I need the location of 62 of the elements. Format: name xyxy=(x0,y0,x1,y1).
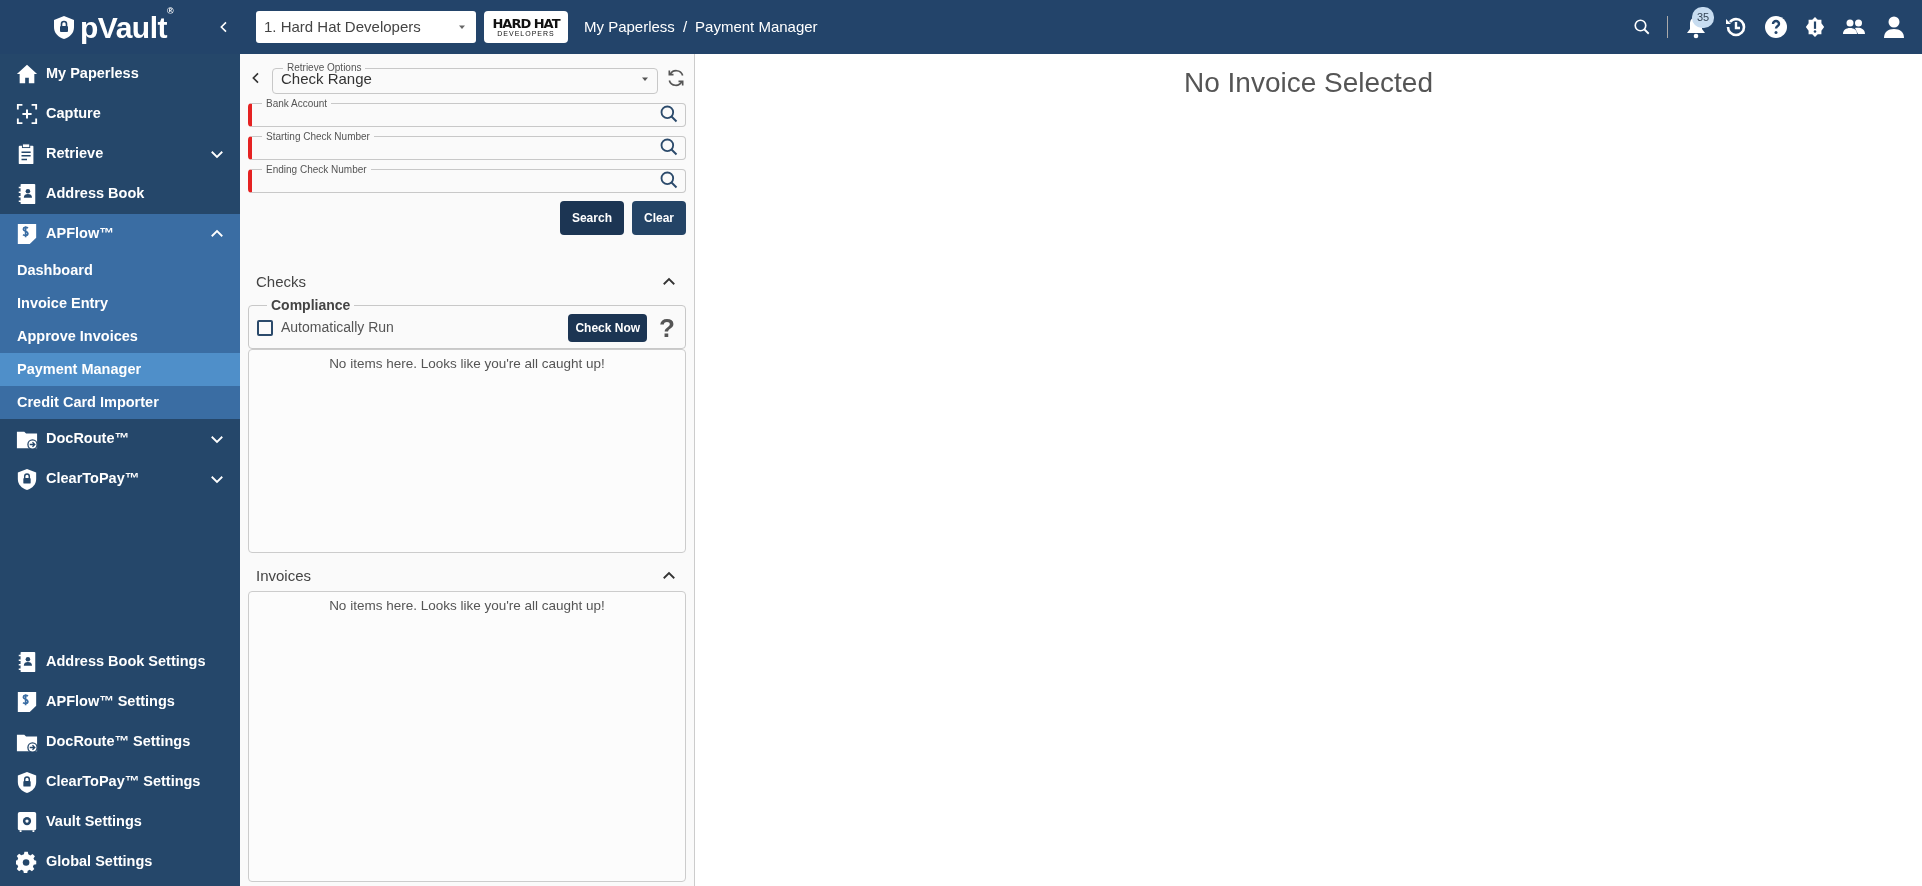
search-icon[interactable] xyxy=(659,136,679,157)
sidebar-item[interactable]: Vault Settings xyxy=(0,802,240,842)
search-icon[interactable] xyxy=(1633,18,1651,36)
field-label: Bank Account xyxy=(265,97,329,110)
refresh-icon[interactable] xyxy=(666,67,686,88)
company-select[interactable]: 1. Hard Hat Developers xyxy=(256,11,476,43)
sidebar-item[interactable]: Retrieve xyxy=(0,134,240,174)
dollar-document-icon xyxy=(16,223,38,245)
breadcrumb-link[interactable]: Payment Manager xyxy=(695,15,818,39)
gear-icon xyxy=(16,851,38,873)
sidebar-item[interactable]: APFlow™ Settings xyxy=(0,682,240,722)
shield-lock-icon xyxy=(16,771,38,793)
sidebar-item[interactable]: DocRoute™ Settings xyxy=(0,722,240,762)
search-button[interactable]: Search xyxy=(559,200,624,235)
search-icon[interactable] xyxy=(659,169,679,190)
sidebar-item[interactable]: Global Settings xyxy=(0,842,240,882)
sidebar-item[interactable]: ClearToPay™ xyxy=(0,459,240,499)
empty-message: No items here. Looks like you're all caught up! xyxy=(328,597,606,616)
sidebar-subitem[interactable]: Invoice Entry xyxy=(0,287,240,320)
dollar-document-icon xyxy=(16,691,38,713)
sidebar-item[interactable]: Address Book Settings xyxy=(0,642,240,682)
breadcrumb-link[interactable]: My Paperless xyxy=(584,15,675,39)
logo-text: pVault® xyxy=(80,4,174,46)
history-icon[interactable] xyxy=(1724,15,1748,39)
section-title: Invoices xyxy=(256,565,312,586)
clear-button[interactable]: Clear xyxy=(631,200,686,235)
notification-count: 35 xyxy=(1692,7,1715,28)
sidebar-item[interactable]: APFlow™ xyxy=(0,214,240,254)
breadcrumb-separator: / xyxy=(682,16,688,37)
shield-lock-icon xyxy=(16,468,38,490)
sidebar-item[interactable]: Address Book xyxy=(0,174,240,214)
retrieve-options-select[interactable]: Retrieve Options Check Range xyxy=(272,62,658,94)
search-icon[interactable] xyxy=(659,103,679,124)
sidebar-subitem[interactable]: Approve Invoices xyxy=(0,320,240,353)
contact-book-icon xyxy=(16,183,38,205)
input-field[interactable]: Starting Check Number xyxy=(248,130,686,160)
sidebar-item[interactable]: Capture xyxy=(0,94,240,134)
panel-title: Compliance xyxy=(270,297,352,314)
capture-frame-icon xyxy=(16,103,38,125)
sidebar-subitem[interactable]: Credit Card Importer xyxy=(0,386,240,419)
input-field[interactable]: Bank Account xyxy=(248,97,686,127)
empty-message: No items here. Looks like you're all caught up! xyxy=(328,354,606,373)
main-message: No Invoice Selected xyxy=(1183,66,1433,100)
sidebar-item[interactable]: ClearToPay™ Settings xyxy=(0,762,240,802)
sidebar-subitem[interactable]: Dashboard xyxy=(0,254,240,287)
sidebar-item[interactable]: My Paperless xyxy=(0,54,240,94)
checkbox[interactable] xyxy=(257,319,273,336)
safe-gear-icon xyxy=(16,811,38,833)
field-label: Starting Check Number xyxy=(265,130,371,143)
user-icon[interactable] xyxy=(1882,15,1906,39)
input-field[interactable]: Ending Check Number xyxy=(248,163,686,193)
help-icon[interactable] xyxy=(1764,15,1788,39)
checkbox-label[interactable]: Automatically Run xyxy=(281,317,394,339)
field-label: Ending Check Number xyxy=(265,163,368,176)
shield-lock-icon xyxy=(52,13,76,41)
check-now-button[interactable]: Check Now xyxy=(568,313,648,342)
help-icon[interactable]: ? xyxy=(659,314,675,341)
section-title: Checks xyxy=(256,271,307,292)
sidebar-item[interactable]: DocRoute™ xyxy=(0,419,240,459)
alert-badge-icon[interactable] xyxy=(1804,16,1826,38)
contact-book-icon xyxy=(16,651,38,673)
house-icon xyxy=(16,63,38,85)
